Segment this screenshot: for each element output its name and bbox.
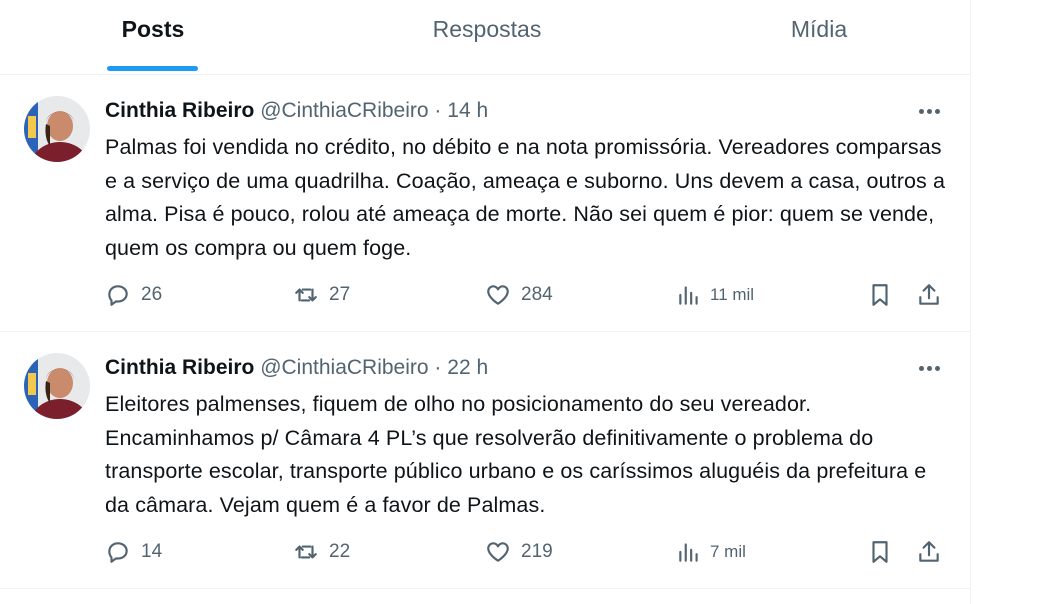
like-count: 219 bbox=[521, 541, 553, 562]
share-icon bbox=[919, 284, 939, 305]
retweet-button[interactable]: 22 bbox=[293, 537, 350, 567]
tweet-time[interactable]: 22 h bbox=[447, 356, 488, 379]
retweet-count: 22 bbox=[329, 541, 351, 562]
like-button[interactable]: 284 bbox=[485, 280, 553, 310]
views-count: 11 mil bbox=[710, 285, 755, 304]
avatar-image bbox=[24, 96, 90, 162]
tweet-header: Cinthia Ribeiro @CinthiaCRibeiro · 22 h bbox=[105, 354, 488, 382]
bookmark-icon bbox=[872, 541, 888, 563]
reply-count: 26 bbox=[141, 284, 163, 305]
separator-dot: · bbox=[434, 99, 442, 122]
more-icon[interactable] bbox=[911, 354, 947, 382]
bookmark-button[interactable] bbox=[867, 280, 893, 310]
views-count: 7 mil bbox=[710, 542, 746, 561]
author-name[interactable]: Cinthia Ribeiro bbox=[105, 99, 254, 122]
heart-icon bbox=[487, 542, 509, 562]
profile-tabs: Posts Respostas Mídia bbox=[0, 0, 970, 75]
heart-icon bbox=[487, 285, 509, 305]
tweet-header: Cinthia Ribeiro @CinthiaCRibeiro · 14 h bbox=[105, 97, 488, 125]
share-button[interactable] bbox=[916, 537, 942, 567]
bookmark-icon bbox=[872, 284, 888, 306]
bookmark-button[interactable] bbox=[867, 537, 893, 567]
tab-midia-label: Mídia bbox=[790, 16, 848, 42]
tab-posts[interactable]: Posts bbox=[107, 0, 199, 74]
author-name[interactable]: Cinthia Ribeiro bbox=[105, 356, 254, 379]
tweet-time[interactable]: 14 h bbox=[447, 99, 488, 122]
views-button[interactable]: 11 mil bbox=[676, 280, 754, 310]
tweet-text: Palmas foi vendida no crédito, no débito… bbox=[105, 135, 946, 260]
reply-icon bbox=[108, 542, 128, 563]
share-icon bbox=[919, 541, 939, 562]
more-icon[interactable] bbox=[911, 97, 947, 125]
active-tab-indicator bbox=[107, 66, 198, 71]
avatar[interactable] bbox=[24, 353, 90, 419]
avatar-image bbox=[24, 353, 90, 419]
tab-midia[interactable]: Mídia bbox=[760, 0, 878, 74]
share-button[interactable] bbox=[916, 280, 942, 310]
separator-dot: · bbox=[434, 356, 442, 379]
retweet-button[interactable]: 27 bbox=[293, 280, 350, 310]
tab-respostas[interactable]: Respostas bbox=[405, 0, 569, 74]
author-handle[interactable]: @CinthiaCRibeiro bbox=[260, 99, 428, 122]
reply-icon bbox=[108, 285, 128, 306]
retweet-icon bbox=[295, 288, 317, 302]
author-handle[interactable]: @CinthiaCRibeiro bbox=[260, 356, 428, 379]
tweet[interactable]: Cinthia Ribeiro @CinthiaCRibeiro · 14 h … bbox=[0, 75, 970, 332]
views-button[interactable]: 7 mil bbox=[676, 537, 746, 567]
like-count: 284 bbox=[521, 284, 553, 305]
retweet-count: 27 bbox=[329, 284, 351, 305]
reply-count: 14 bbox=[141, 541, 163, 562]
tweet-actions: 14 22 219 7 mil bbox=[0, 537, 970, 567]
like-button[interactable]: 219 bbox=[485, 537, 553, 567]
avatar[interactable] bbox=[24, 96, 90, 162]
reply-button[interactable]: 26 bbox=[105, 280, 162, 310]
reply-button[interactable]: 14 bbox=[105, 537, 162, 567]
tweet-text: Eleitores palmenses, fiquem de olho no p… bbox=[105, 392, 927, 517]
profile-feed: Posts Respostas Mídia Cinthia Ribeiro @C… bbox=[0, 0, 971, 604]
tweet-actions: 26 27 284 11 mil bbox=[0, 280, 970, 310]
views-icon bbox=[679, 543, 698, 562]
tweet[interactable]: Cinthia Ribeiro @CinthiaCRibeiro · 22 h … bbox=[0, 332, 970, 589]
retweet-icon bbox=[295, 545, 317, 559]
tab-respostas-label: Respostas bbox=[432, 16, 542, 42]
views-icon bbox=[679, 286, 698, 305]
